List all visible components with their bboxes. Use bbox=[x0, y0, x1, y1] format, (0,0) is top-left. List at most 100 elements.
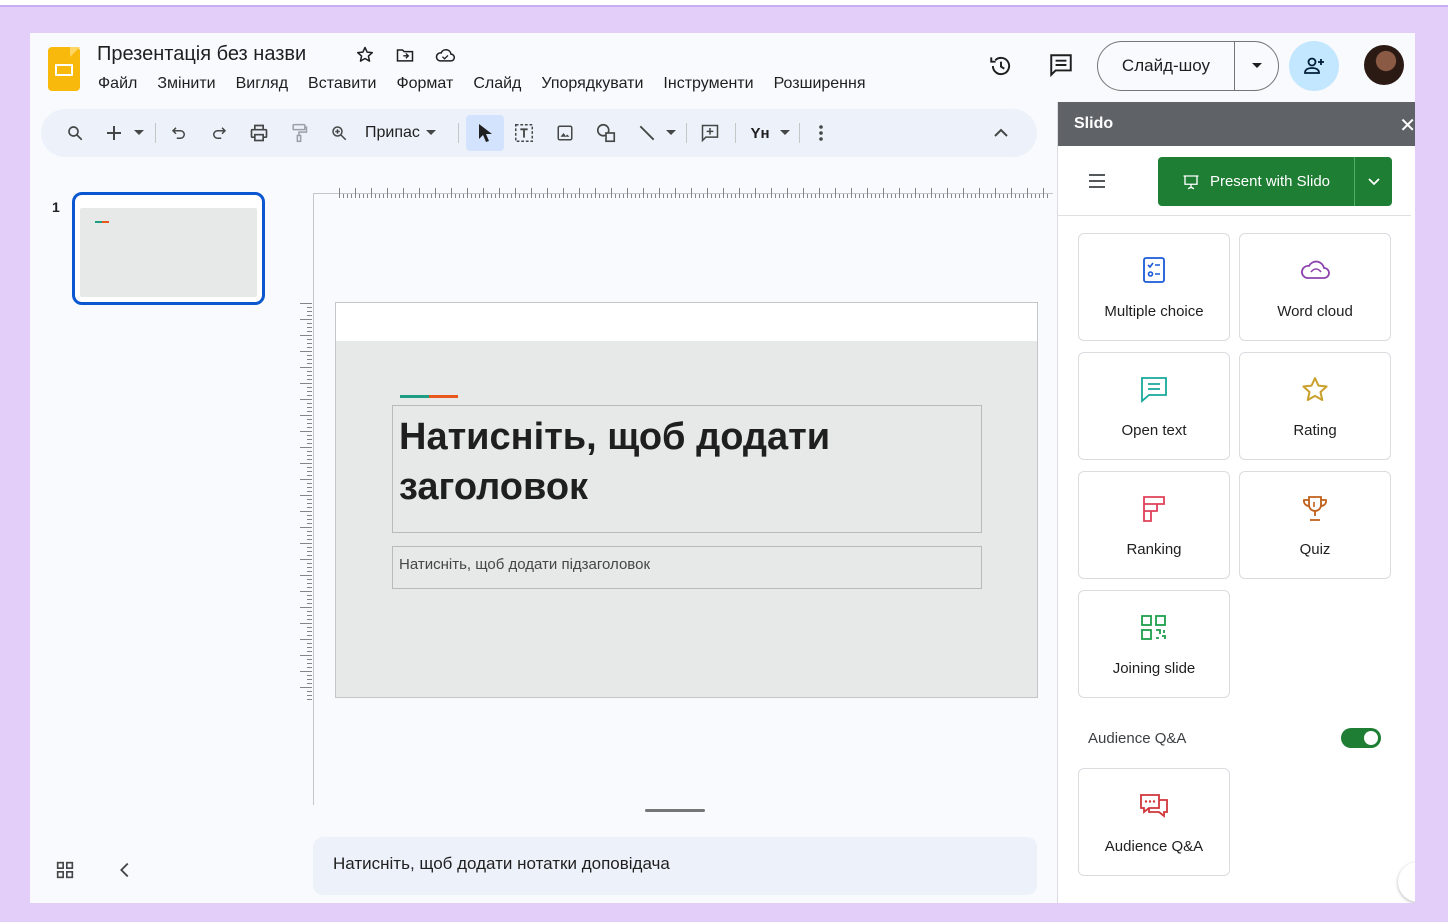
open-text-card[interactable]: Open text bbox=[1078, 352, 1230, 460]
slide-thumbnail[interactable] bbox=[72, 192, 265, 305]
toolbar-separator bbox=[155, 123, 156, 143]
line-icon[interactable] bbox=[635, 121, 659, 145]
slido-panel: Slido ✕ Present with Slido Multiple choi… bbox=[1057, 102, 1415, 903]
audience-qa-toggle[interactable] bbox=[1341, 728, 1381, 748]
close-icon[interactable]: ✕ bbox=[1399, 113, 1415, 138]
vertical-ruler bbox=[300, 303, 312, 700]
star-icon[interactable] bbox=[353, 43, 377, 67]
menu-arrange[interactable]: Упорядкувати bbox=[541, 75, 643, 93]
caret-down-icon bbox=[1251, 63, 1262, 68]
slideshow-button-group: Слайд-шоу bbox=[1097, 41, 1279, 91]
notes-resize-handle[interactable] bbox=[645, 809, 705, 812]
quiz-card[interactable]: Quiz bbox=[1239, 471, 1391, 579]
slide-accent-line bbox=[400, 395, 458, 398]
slideshow-button[interactable]: Слайд-шоу bbox=[1098, 42, 1235, 90]
word-cloud-card[interactable]: Word cloud bbox=[1239, 233, 1391, 341]
slide-number: 1 bbox=[52, 199, 60, 215]
menu-tools[interactable]: Інструменти bbox=[663, 75, 753, 93]
toolbar-separator bbox=[799, 123, 800, 143]
qr-code-icon bbox=[1141, 615, 1166, 640]
title-placeholder-line2: заголовок bbox=[399, 466, 589, 508]
new-slide-icon[interactable] bbox=[103, 121, 125, 145]
slide-canvas[interactable]: Натисніть, щоб додати заголовок Натисніт… bbox=[335, 302, 1038, 698]
presentation-icon bbox=[1183, 174, 1199, 189]
text-box-icon[interactable] bbox=[511, 121, 537, 145]
menu-edit[interactable]: Змінити bbox=[157, 75, 215, 93]
present-dropdown[interactable] bbox=[1355, 157, 1392, 206]
toggle-knob bbox=[1364, 731, 1378, 745]
paint-format-icon[interactable] bbox=[287, 121, 311, 145]
move-to-folder-icon[interactable] bbox=[393, 43, 417, 67]
line-dropdown-icon[interactable] bbox=[665, 121, 677, 145]
text-style-dropdown-icon[interactable] bbox=[779, 121, 791, 145]
ranking-label: Ranking bbox=[1126, 541, 1182, 558]
subtitle-placeholder[interactable]: Натисніть, щоб додати підзаголовок bbox=[392, 546, 982, 589]
shape-icon[interactable] bbox=[593, 121, 619, 145]
slido-divider bbox=[1058, 215, 1411, 216]
more-options-icon[interactable] bbox=[813, 121, 829, 145]
quiz-label: Quiz bbox=[1299, 541, 1331, 558]
menu-format[interactable]: Формат bbox=[396, 75, 453, 93]
ranking-card[interactable]: Ranking bbox=[1078, 471, 1230, 579]
toolbar-separator bbox=[458, 123, 459, 143]
canvas-left-border bbox=[313, 193, 314, 805]
version-history-icon[interactable] bbox=[985, 50, 1017, 82]
menu-slide[interactable]: Слайд bbox=[473, 75, 521, 93]
audience-qa-card[interactable]: Audience Q&A bbox=[1078, 768, 1230, 876]
trophy-icon bbox=[1303, 496, 1327, 521]
comments-icon[interactable] bbox=[1045, 49, 1077, 81]
multiple-choice-card[interactable]: Multiple choice bbox=[1078, 233, 1230, 341]
chat-text-icon bbox=[1141, 377, 1167, 403]
cloud-saved-icon[interactable] bbox=[433, 43, 457, 67]
hamburger-menu-icon[interactable] bbox=[1088, 174, 1106, 193]
document-title[interactable]: Презентація без назви bbox=[97, 43, 306, 66]
menu-file[interactable]: Файл bbox=[98, 75, 137, 93]
zoom-fit-dropdown[interactable]: Припас bbox=[365, 121, 447, 145]
joining-slide-card[interactable]: Joining slide bbox=[1078, 590, 1230, 698]
slideshow-dropdown[interactable] bbox=[1235, 42, 1278, 90]
toolbar-separator bbox=[686, 123, 687, 143]
slide-white-band bbox=[336, 303, 1037, 341]
menu-bar: Файл Змінити Вигляд Вставити Формат Слай… bbox=[98, 75, 866, 93]
slido-title: Slido bbox=[1074, 115, 1114, 132]
new-slide-dropdown-icon[interactable] bbox=[133, 121, 145, 145]
word-cloud-label: Word cloud bbox=[1277, 303, 1353, 320]
slides-app-window: Презентація без назви Файл Змінити Вигля… bbox=[30, 33, 1415, 903]
zoom-icon[interactable] bbox=[327, 121, 351, 145]
title-placeholder[interactable]: Натисніть, щоб додати заголовок bbox=[392, 405, 982, 533]
multiple-choice-label: Multiple choice bbox=[1104, 303, 1204, 320]
menu-view[interactable]: Вигляд bbox=[236, 75, 288, 93]
collapse-menus-icon[interactable] bbox=[989, 121, 1013, 145]
rating-card[interactable]: Rating bbox=[1239, 352, 1391, 460]
print-icon[interactable] bbox=[247, 121, 271, 145]
share-button[interactable] bbox=[1289, 41, 1339, 91]
speaker-notes[interactable]: Натисніть, щоб додати нотатки доповідача bbox=[313, 837, 1037, 895]
text-style-button[interactable]: Yн bbox=[747, 121, 773, 145]
horizontal-ruler bbox=[339, 188, 1048, 198]
collapse-filmstrip-icon[interactable] bbox=[114, 859, 136, 886]
grid-view-icon[interactable] bbox=[54, 859, 76, 886]
add-person-icon bbox=[1304, 57, 1324, 74]
select-cursor-icon[interactable] bbox=[473, 121, 497, 145]
redo-icon[interactable] bbox=[207, 121, 231, 145]
toolbar-separator bbox=[735, 123, 736, 143]
add-comment-icon[interactable] bbox=[698, 121, 722, 145]
user-avatar[interactable] bbox=[1364, 45, 1404, 85]
bottom-left-controls bbox=[54, 859, 136, 886]
search-menus-icon[interactable] bbox=[63, 121, 87, 145]
rating-label: Rating bbox=[1293, 422, 1337, 439]
undo-icon[interactable] bbox=[167, 121, 191, 145]
header-actions: Слайд-шоу bbox=[985, 41, 1410, 93]
toolbar: Припас Yн bbox=[41, 109, 1037, 157]
present-with-slido-button[interactable]: Present with Slido bbox=[1158, 157, 1355, 206]
qa-chat-icon bbox=[1140, 794, 1168, 818]
star-icon bbox=[1302, 377, 1328, 401]
slido-header: Slido ✕ bbox=[1058, 102, 1415, 146]
title-placeholder-line1: Натисніть, щоб додати bbox=[399, 416, 831, 458]
menu-extensions[interactable]: Розширення bbox=[774, 75, 866, 93]
insert-image-icon[interactable] bbox=[553, 121, 577, 145]
present-with-slido-group: Present with Slido bbox=[1158, 157, 1392, 206]
slides-logo-icon[interactable] bbox=[48, 47, 80, 91]
menu-insert[interactable]: Вставити bbox=[308, 75, 376, 93]
thumbnail-accent bbox=[95, 221, 109, 223]
